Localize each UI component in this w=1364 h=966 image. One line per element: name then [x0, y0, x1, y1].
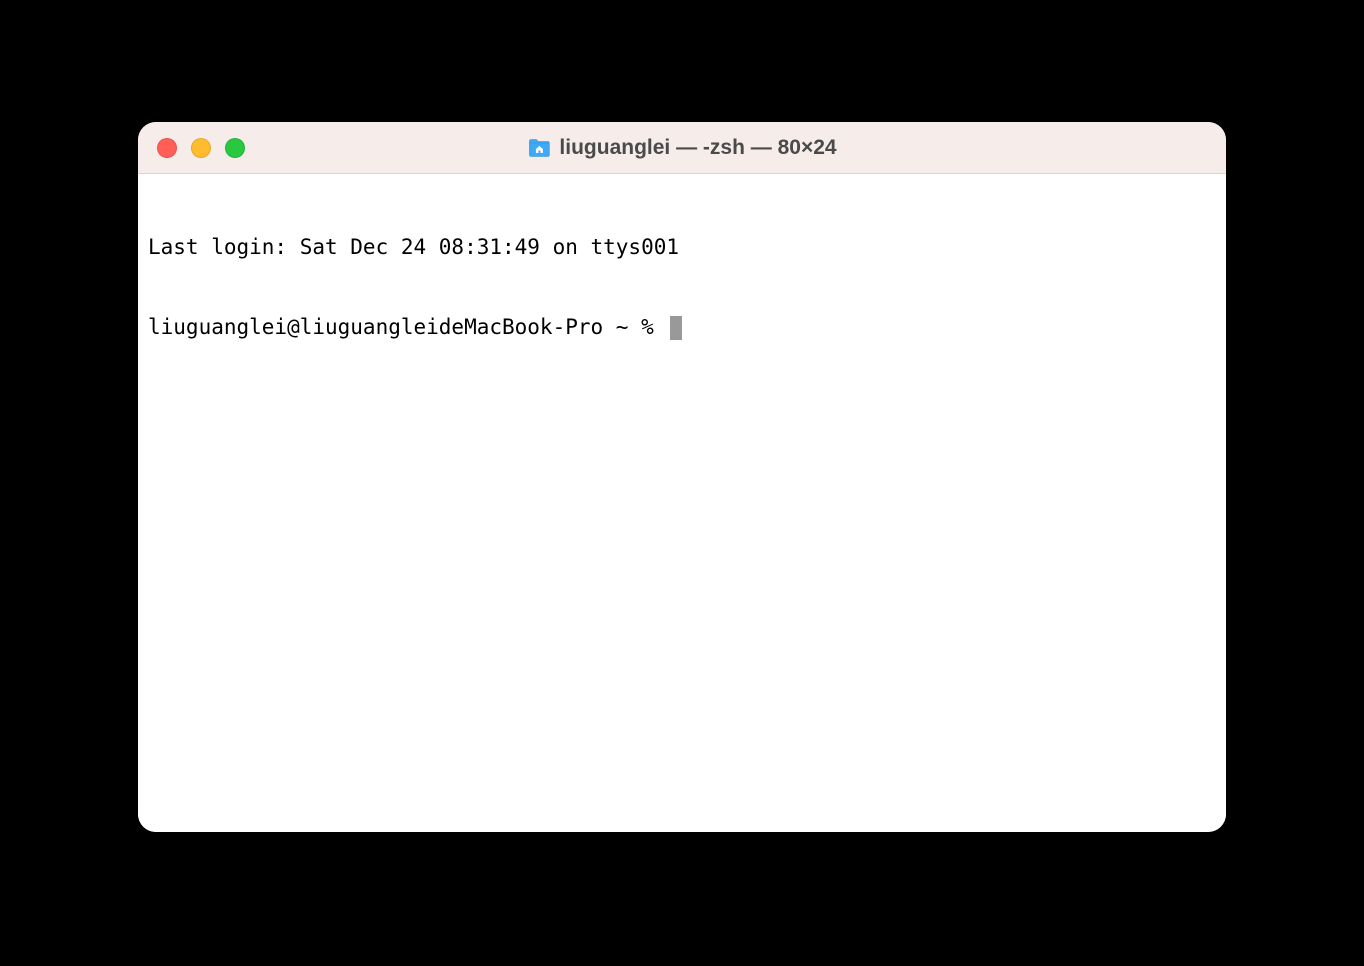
- prompt-text: liuguanglei@liuguangleideMacBook-Pro ~ %: [148, 314, 666, 341]
- titlebar[interactable]: liuguanglei — -zsh — 80×24: [138, 122, 1226, 174]
- terminal-window: liuguanglei — -zsh — 80×24 Last login: S…: [138, 122, 1226, 832]
- traffic-lights: [157, 138, 245, 158]
- home-folder-icon: [527, 138, 551, 158]
- window-title: liuguanglei — -zsh — 80×24: [559, 136, 836, 160]
- cursor: [670, 316, 682, 340]
- prompt-line: liuguanglei@liuguangleideMacBook-Pro ~ %: [148, 314, 1216, 341]
- last-login-line: Last login: Sat Dec 24 08:31:49 on ttys0…: [148, 234, 1216, 261]
- zoom-button[interactable]: [225, 138, 245, 158]
- title-container: liuguanglei — -zsh — 80×24: [527, 136, 836, 160]
- terminal-body[interactable]: Last login: Sat Dec 24 08:31:49 on ttys0…: [138, 174, 1226, 832]
- close-button[interactable]: [157, 138, 177, 158]
- minimize-button[interactable]: [191, 138, 211, 158]
